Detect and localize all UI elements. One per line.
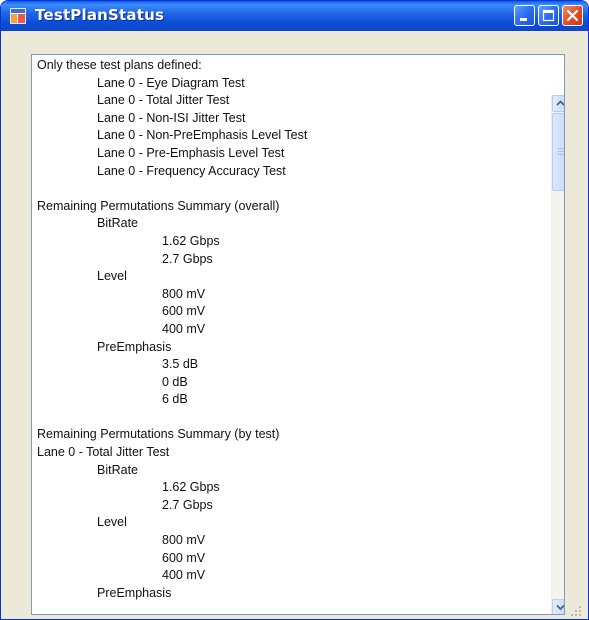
text-line: PreEmphasis [97, 585, 172, 600]
text-line: Lane 0 - Frequency Accuracy Test [97, 163, 286, 178]
thumb-grip-line [558, 154, 564, 155]
resize-grip-icon[interactable] [570, 605, 582, 617]
window-title: TestPlanStatus [35, 6, 165, 24]
chevron-down-icon [556, 604, 564, 611]
text-line: BitRate [97, 216, 138, 231]
text-line: 3.5 dB [162, 357, 199, 372]
text-line: 800 mV [162, 286, 206, 301]
text-line: 1.62 Gbps [162, 233, 220, 248]
maximize-icon [542, 9, 555, 22]
text-line: Lane 0 - Total Jitter Test [97, 93, 230, 108]
text-line: PreEmphasis [97, 339, 172, 354]
test-plan-status-window: TestPlanStatus Only these test plans def… [0, 0, 589, 620]
text-line: 2.7 Gbps [162, 497, 213, 512]
window-client-area: Only these test plans defined: Lane 0 - E… [5, 31, 584, 617]
close-icon [566, 9, 579, 22]
scroll-up-button[interactable] [552, 95, 564, 112]
text-line: Lane 0 - Pre-Emphasis Level Test [97, 145, 285, 160]
thumb-grip-line [558, 148, 564, 149]
title-bar[interactable]: TestPlanStatus [1, 1, 588, 31]
text-line: 600 mV [162, 550, 206, 565]
thumb-grip-line [558, 151, 564, 152]
text-line: Lane 0 - Total Jitter Test [37, 445, 170, 460]
minimize-icon [520, 18, 527, 21]
text-line: Lane 0 - Eye Diagram Test [97, 75, 245, 90]
text-line: Remaining Permutations Summary (by test) [37, 427, 280, 442]
text-line [37, 180, 547, 198]
text-line: BitRate [97, 462, 138, 477]
text-line: 600 mV [162, 304, 206, 319]
chevron-up-icon [556, 100, 564, 106]
minimize-button[interactable] [514, 5, 535, 26]
scrollbar-thumb[interactable] [552, 113, 564, 191]
text-line: Level [97, 269, 127, 284]
close-button[interactable] [562, 5, 583, 26]
text-line: 400 mV [162, 568, 206, 583]
text-line: Lane 0 - Non-ISI Jitter Test [97, 110, 246, 125]
application-icon[interactable] [9, 7, 27, 25]
status-text-box[interactable]: Only these test plans defined: Lane 0 - E… [31, 54, 565, 615]
text-line: 400 mV [162, 321, 206, 336]
text-line: 1.62 Gbps [162, 480, 220, 495]
text-line: 800 mV [162, 533, 206, 548]
text-line: Lane 0 - Non-PreEmphasis Level Test [97, 128, 308, 143]
status-text-content: Only these test plans defined: Lane 0 - E… [37, 57, 547, 602]
text-line: Level [97, 515, 127, 530]
text-line: 0 dB [162, 374, 188, 389]
text-line [37, 409, 547, 427]
vertical-scrollbar[interactable] [551, 95, 564, 614]
text-line: 2.7 Gbps [162, 251, 213, 266]
scroll-down-button[interactable] [552, 599, 564, 614]
maximize-button[interactable] [538, 5, 559, 26]
text-line: 6 dB [162, 392, 188, 407]
text-line: Remaining Permutations Summary (overall) [37, 198, 280, 213]
text-line: Only these test plans defined: [37, 58, 202, 72]
